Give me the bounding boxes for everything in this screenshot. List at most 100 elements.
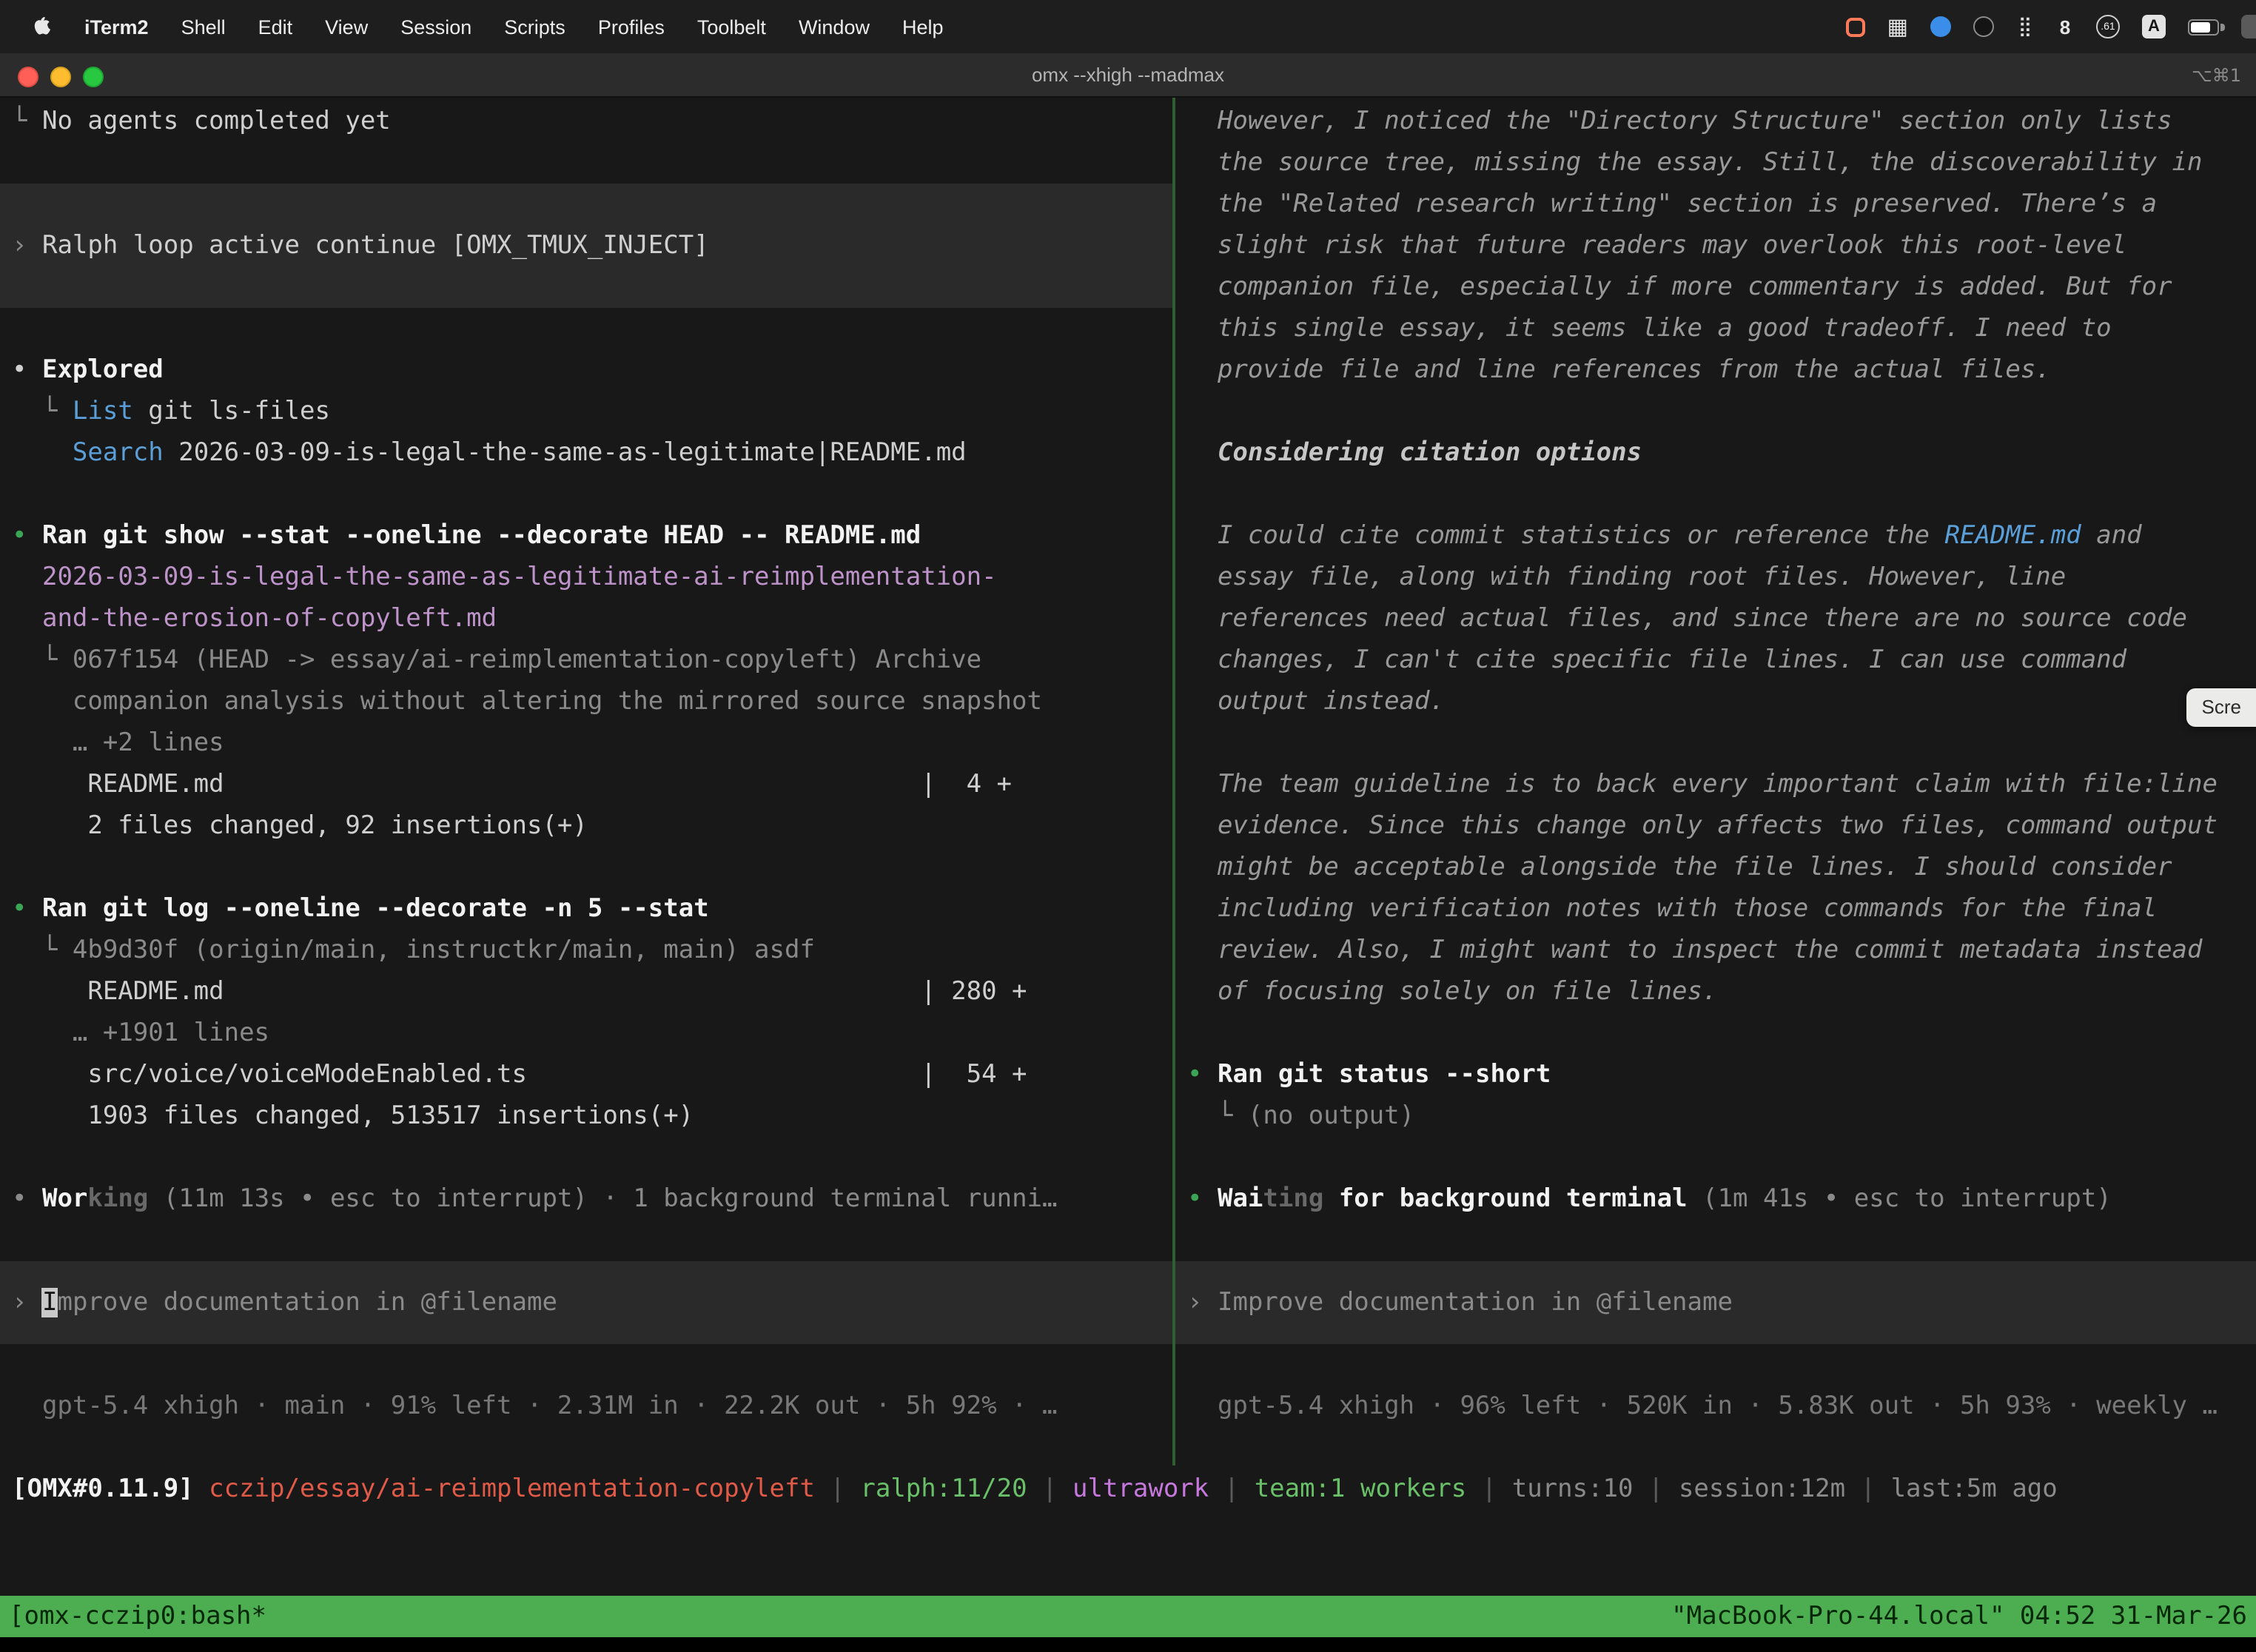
terminal-line: └ (no output): [1175, 1095, 2256, 1137]
ran-git-show: • Ran git show --stat --oneline --decora…: [0, 515, 1172, 557]
menu-shell[interactable]: Shell: [165, 16, 242, 38]
omx-status-line: [OMX#0.11.9] cczip/essay/ai-reimplementa…: [0, 1468, 2256, 1510]
text-segment: …: [12, 728, 103, 758]
battery-icon[interactable]: [2188, 19, 2219, 35]
menu-view[interactable]: View: [309, 16, 384, 38]
text-segment: README.md | 4 +: [12, 770, 1012, 799]
waiting-status: • Waiting for background terminal (1m 41…: [1175, 1178, 2256, 1220]
model-status-line: gpt-5.4 xhigh · main · 91% left · 2.31M …: [0, 1386, 1172, 1427]
terminal-line: └ 067f154 (HEAD -> essay/ai-reimplementa…: [0, 639, 1172, 681]
text-segment: 1903 files changed, 513517 insertions(+): [12, 1101, 694, 1131]
text-segment: 4b9d30f (origin/main, instructkr/main, m…: [73, 936, 815, 965]
text-segment: I: [42, 1288, 58, 1317]
text-segment: Wor: [42, 1184, 87, 1214]
text-segment: README.md: [1945, 521, 2081, 551]
text-segment: Ran: [42, 894, 87, 924]
menu-session[interactable]: Session: [384, 16, 488, 38]
terminal-line: 2 files changed, 92 insertions(+): [0, 805, 1172, 847]
tmux-session-label: [omx-cczip0:bash*: [9, 1602, 266, 1631]
input-source-icon[interactable]: A: [2142, 15, 2166, 38]
text-segment: •: [12, 1184, 42, 1214]
text-segment: slight risk that future readers may over…: [1187, 231, 2126, 261]
text-segment: ting: [1263, 1184, 1323, 1214]
text-segment: |: [1845, 1474, 1890, 1504]
text-segment: •: [12, 894, 42, 924]
text-segment: Considering citation options: [1187, 438, 1642, 468]
terminal-line: including verification notes with those …: [1175, 888, 2256, 930]
text-segment: last:5m ago: [1891, 1474, 2058, 1504]
tmux-host-clock: "MacBook-Pro-44.local" 04:52 31-Mar-26: [1671, 1602, 2247, 1631]
menu-edit[interactable]: Edit: [242, 16, 309, 38]
ran-git-status: • Ran git status --short: [1175, 1054, 2256, 1095]
recording-indicator-icon[interactable]: [1846, 17, 1865, 36]
text-segment: └: [1187, 1101, 1248, 1131]
app-grid-icon[interactable]: ⣿: [2016, 13, 2034, 40]
apple-menu-icon[interactable]: [21, 15, 68, 38]
menu-bar: iTerm2ShellEditViewSessionScriptsProfile…: [0, 0, 2256, 53]
dark-app-icon[interactable]: [1973, 16, 1994, 37]
text-segment: |: [815, 1474, 860, 1504]
text-segment: The team guideline is to back every impo…: [1187, 770, 2218, 799]
prompt-input-text: › Improve documentation in @filename: [1175, 1282, 2256, 1323]
text-segment: Improve documentation in @filename: [1218, 1288, 1733, 1317]
screen-share-button[interactable]: Scre: [2187, 688, 2256, 727]
terminal-line: essay file, along with finding root file…: [1175, 557, 2256, 598]
text-segment: for background terminal: [1339, 1184, 1688, 1214]
text-segment: 067f154 (HEAD -> essay/ai-reimplementati…: [73, 645, 981, 675]
terminal-line: The team guideline is to back every impo…: [1175, 764, 2256, 805]
apple-logo: [30, 15, 50, 38]
menu-profiles[interactable]: Profiles: [582, 16, 681, 38]
window-title-bar[interactable]: omx --xhigh --madmax ⌥⌘1: [0, 53, 2256, 98]
glyph-8-icon[interactable]: 8: [2056, 13, 2074, 40]
menu-window[interactable]: Window: [782, 16, 886, 38]
meter-icon[interactable]: .61: [2096, 15, 2120, 38]
grid-icon[interactable]: ▦: [1887, 13, 1908, 40]
text-segment: this single essay, it seems like a good …: [1187, 314, 2112, 343]
text-segment: git ls-files: [133, 397, 330, 426]
blank-line: [0, 474, 1172, 515]
text-segment: team:1 workers: [1255, 1474, 1467, 1504]
text-segment: ›: [12, 231, 42, 261]
text-segment: |: [1209, 1474, 1254, 1504]
text-segment: mprove documentation in @filename: [57, 1288, 557, 1317]
text-segment: [12, 563, 42, 592]
text-segment: I could cite commit statistics or refere…: [1187, 521, 1945, 551]
terminal-line: README.md | 280 +: [0, 971, 1172, 1013]
terminal-line: and-the-erosion-of-copyleft.md: [0, 598, 1172, 639]
prompt-input[interactable]: › Improve documentation in @filename: [1175, 1261, 2256, 1344]
window-title: omx --xhigh --madmax: [0, 53, 2256, 98]
text-segment: └: [12, 107, 42, 136]
agents-completed-line: └ No agents completed yet: [0, 101, 1172, 142]
menu-scripts[interactable]: Scripts: [488, 16, 582, 38]
text-segment: git status --short: [1263, 1060, 1551, 1089]
text-segment: essay file, along with finding root file…: [1187, 563, 2066, 592]
terminal-line: references need actual files, and since …: [1175, 598, 2256, 639]
terminal-line: 1903 files changed, 513517 insertions(+): [0, 1095, 1172, 1137]
menu-help[interactable]: Help: [886, 16, 960, 38]
text-segment: [12, 604, 42, 634]
text-segment: turns:10: [1512, 1474, 1634, 1504]
ralph-loop-banner[interactable]: › Ralph loop active continue [OMX_TMUX_I…: [0, 184, 1172, 308]
text-segment: git log --oneline --decorate -n 5 --stat: [87, 894, 708, 924]
blue-app-icon[interactable]: [1930, 16, 1951, 37]
blank-line: [0, 1220, 1172, 1261]
text-segment: evidence. Since this change only affects…: [1187, 811, 2218, 841]
text-segment: output instead.: [1187, 687, 1445, 716]
terminal-line: changes, I can't cite specific file line…: [1175, 639, 2256, 681]
ran-git-log: • Ran git log --oneline --decorate -n 5 …: [0, 888, 1172, 930]
text-segment: provide file and line references from th…: [1187, 355, 2051, 385]
text-segment: the "Related research writing" section i…: [1187, 189, 2157, 219]
prompt-input[interactable]: › Improve documentation in @filename: [0, 1261, 1172, 1344]
menu-iterm2[interactable]: iTerm2: [68, 16, 165, 38]
clipped-icon[interactable]: [2241, 15, 2256, 38]
blank-line: [1175, 1137, 2256, 1178]
text-segment: Ran: [42, 521, 87, 551]
terminal-line: slight risk that future readers may over…: [1175, 225, 2256, 266]
terminal-line: provide file and line references from th…: [1175, 349, 2256, 391]
terminal-line: review. Also, I might want to inspect th…: [1175, 930, 2256, 971]
menu-toolbelt[interactable]: Toolbelt: [681, 16, 782, 38]
blank-line: [1175, 1013, 2256, 1054]
reasoning-heading: Considering citation options: [1175, 432, 2256, 474]
blank-line: [1175, 474, 2256, 515]
terminal-line: I could cite commit statistics or refere…: [1175, 515, 2256, 557]
